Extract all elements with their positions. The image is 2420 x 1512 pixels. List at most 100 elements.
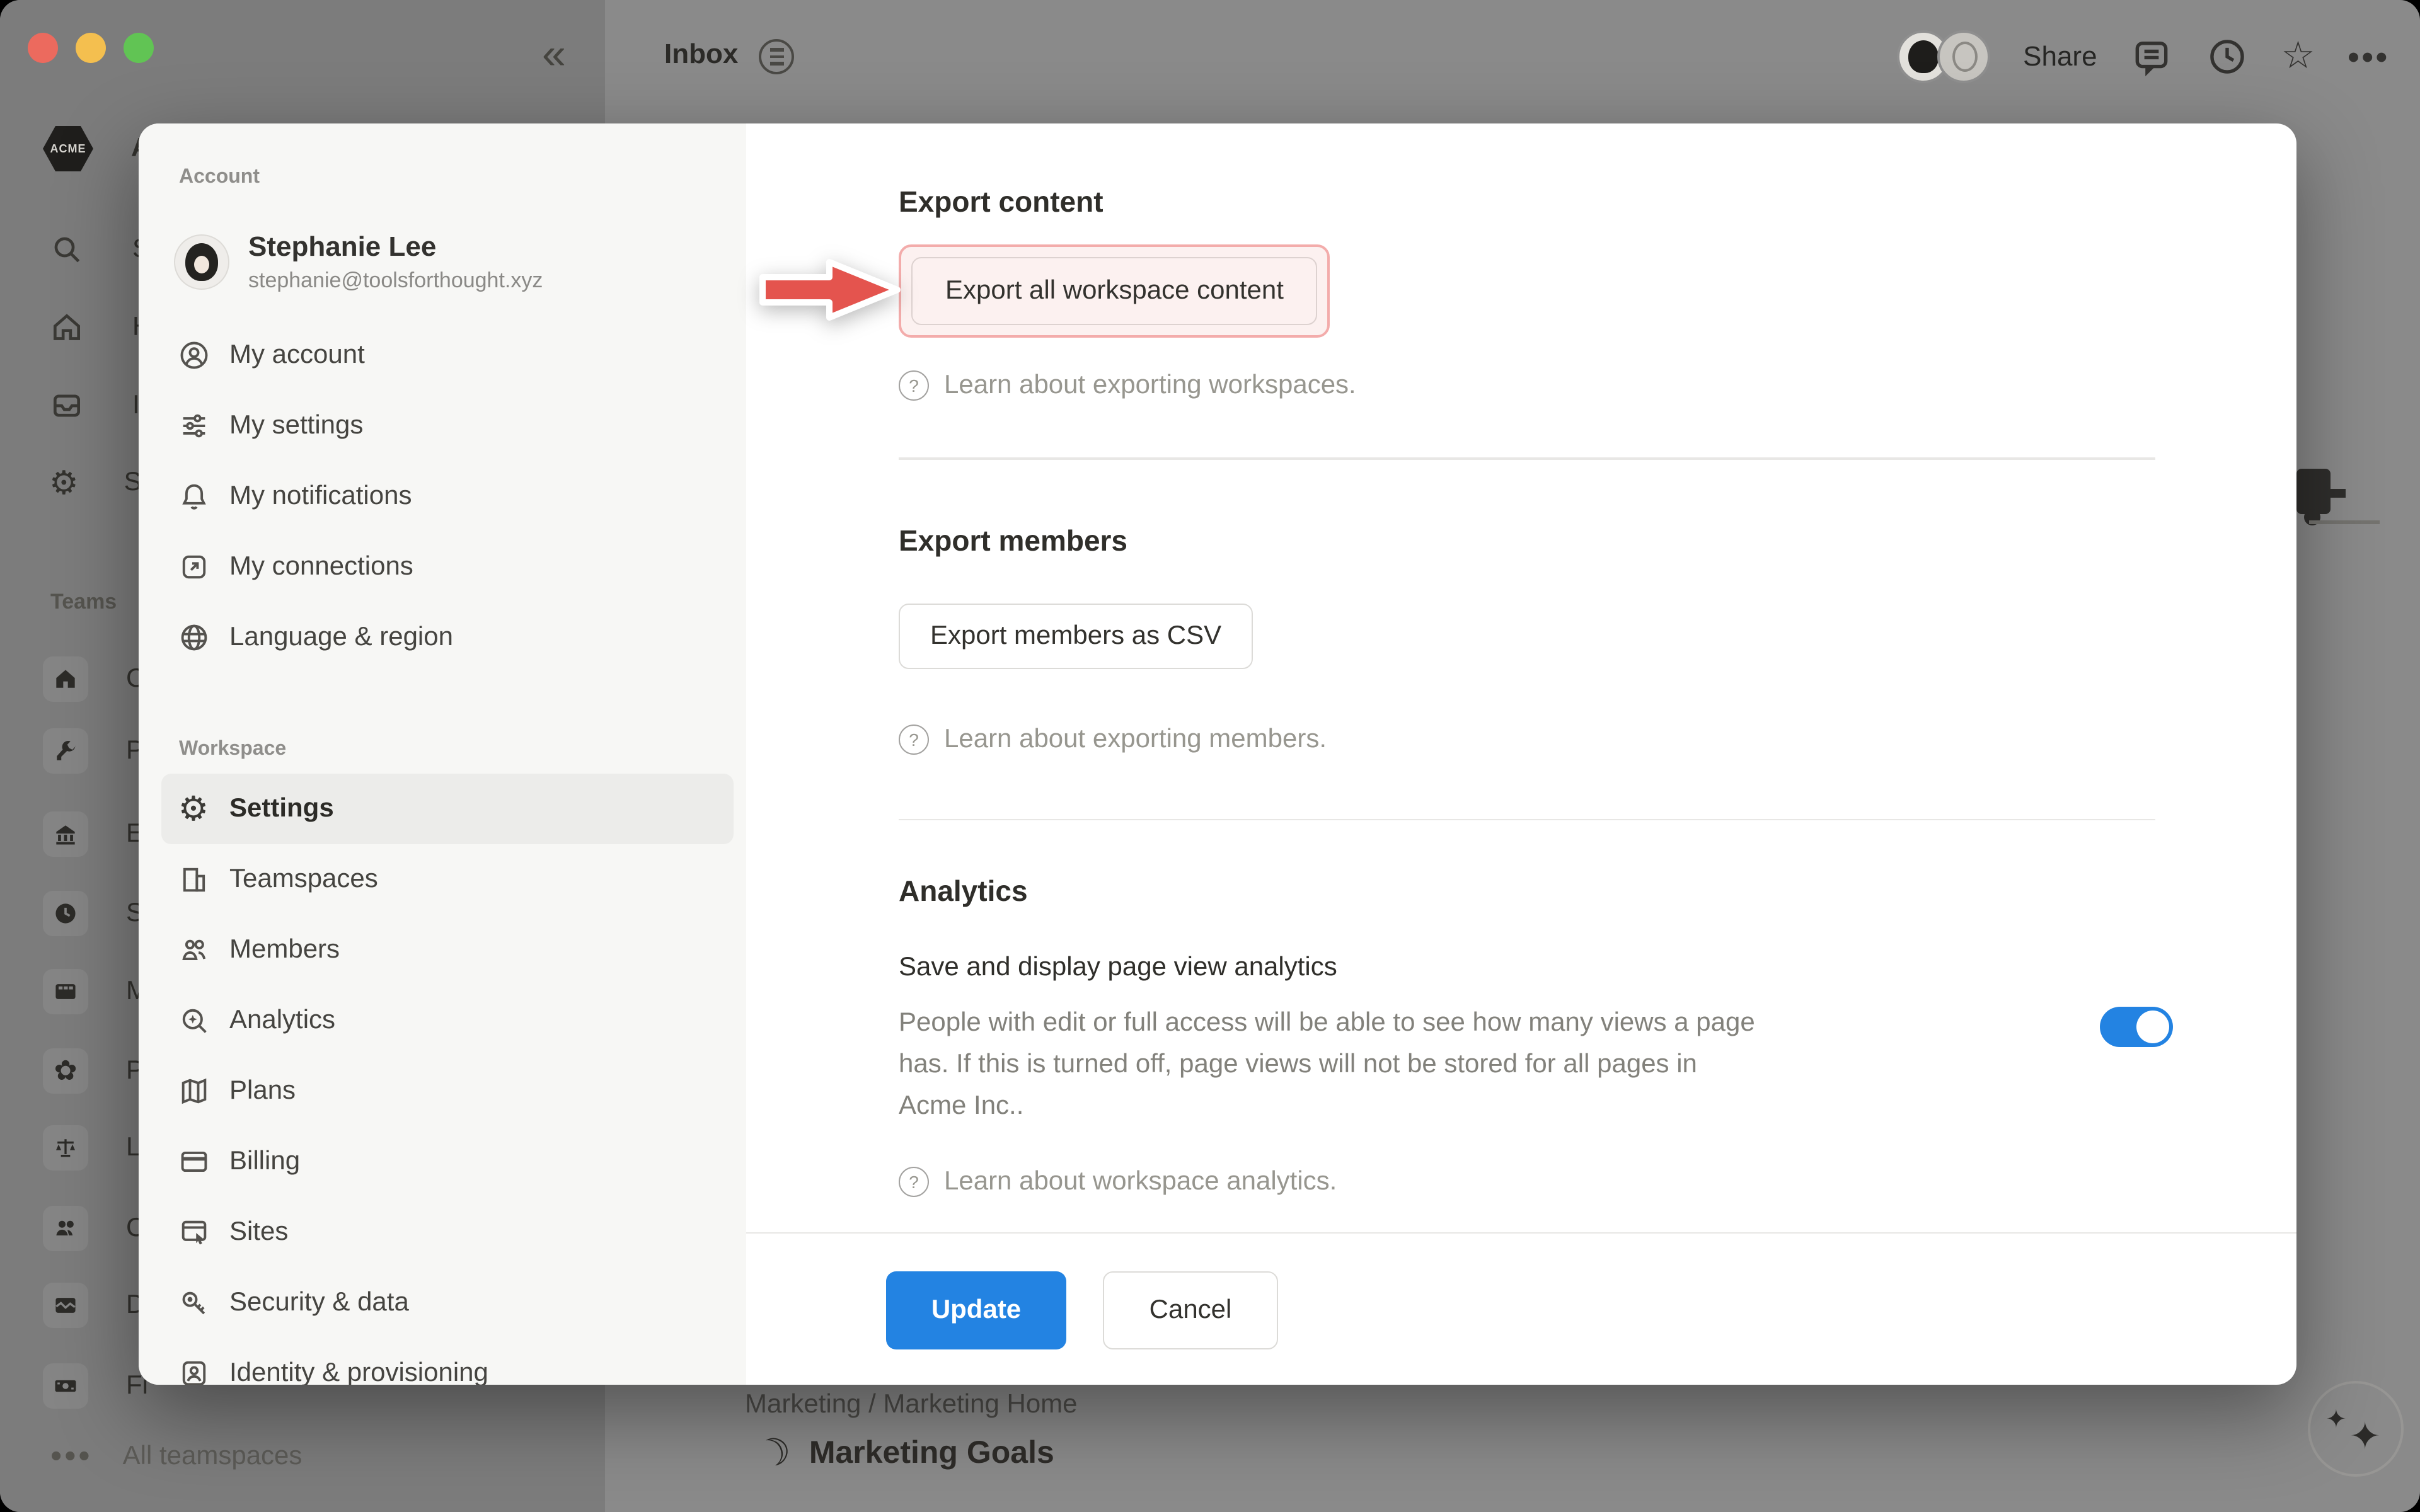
sidebar-item-security-data[interactable]: Security & data bbox=[161, 1268, 734, 1338]
user-avatar bbox=[174, 234, 229, 290]
page-title: Marketing Goals bbox=[809, 1435, 1054, 1472]
inbox-filter-icon[interactable] bbox=[759, 39, 794, 74]
ai-sparkle-button[interactable]: ✦✦ bbox=[2308, 1381, 2404, 1477]
breadcrumb[interactable]: Marketing / Marketing Home bbox=[745, 1390, 1078, 1420]
zoom-window-button[interactable] bbox=[124, 33, 154, 63]
settings-content: Export content Export all workspace cont… bbox=[746, 123, 2296, 1385]
sidebar-item-home[interactable]: H bbox=[49, 302, 151, 353]
all-teamspaces-label: All teamspaces bbox=[123, 1441, 302, 1471]
bell-icon bbox=[176, 480, 210, 513]
page-tab-title: Inbox bbox=[664, 38, 738, 71]
topbar-actions: Share ☆ ••• bbox=[1897, 30, 2390, 83]
section-divider bbox=[899, 457, 2155, 459]
annotation-highlight-box: Export all workspace content bbox=[899, 244, 1330, 338]
question-circle-icon: ? bbox=[899, 1167, 929, 1197]
modal-footer: Update Cancel bbox=[746, 1232, 2296, 1349]
sparkle-icon: ✦ bbox=[2325, 1403, 2347, 1435]
workspace-section-label: Workspace bbox=[179, 738, 734, 764]
account-menu: My account My settings My notifications … bbox=[161, 320, 734, 673]
browser-cursor-icon bbox=[176, 1216, 210, 1249]
magnifier-sparkle-icon bbox=[176, 1004, 210, 1037]
acme-logo: ACME bbox=[43, 126, 93, 171]
sidebar-teamspace[interactable]: ✿ P bbox=[43, 1046, 144, 1096]
sidebar-item-members[interactable]: Members bbox=[161, 915, 734, 985]
account-section-label: Account bbox=[179, 166, 734, 192]
sidebar-item-teamspaces[interactable]: Teamspaces bbox=[161, 844, 734, 915]
sidebar-item-my-notifications[interactable]: My notifications bbox=[161, 461, 734, 532]
globe-icon bbox=[176, 621, 210, 654]
annotation-arrow-icon bbox=[759, 247, 905, 333]
sidebar-item-my-account[interactable]: My account bbox=[161, 320, 734, 391]
settings-sidebar: Account Stephanie Lee stephanie@toolsfor… bbox=[139, 123, 746, 1385]
screen: « Inbox Share ☆ ••• ACME A S bbox=[0, 0, 2420, 1512]
history-icon[interactable] bbox=[2206, 35, 2249, 78]
sidebar-teamspace[interactable]: C bbox=[43, 1203, 145, 1254]
sparkle-icon: ✦ bbox=[2349, 1414, 2381, 1458]
page-view-analytics-toggle[interactable] bbox=[2100, 1007, 2173, 1047]
page-emoji-icon: ☽ bbox=[751, 1427, 798, 1480]
export-members-heading: Export members bbox=[899, 522, 2296, 558]
sidebar-teamspace[interactable]: D bbox=[43, 1280, 145, 1331]
settings-modal: Account Stephanie Lee stephanie@toolsfor… bbox=[139, 123, 2296, 1385]
flower-icon: ✿ bbox=[54, 1057, 78, 1085]
analytics-heading: Analytics bbox=[899, 873, 2296, 908]
gear-icon: ⚙ bbox=[176, 792, 210, 826]
cancel-button[interactable]: Cancel bbox=[1103, 1271, 1278, 1349]
avatar bbox=[1937, 30, 1990, 83]
toggle-knob bbox=[2136, 1011, 2169, 1043]
update-button[interactable]: Update bbox=[886, 1271, 1066, 1349]
sidebar-item-inbox[interactable]: I bbox=[49, 381, 140, 431]
sidebar-item-settings[interactable]: ⚙ S bbox=[49, 457, 142, 508]
account-user-row[interactable]: Stephanie Lee stephanie@toolsforthought.… bbox=[174, 224, 734, 300]
presence-avatars[interactable] bbox=[1897, 30, 1990, 83]
export-content-heading: Export content bbox=[899, 184, 2296, 219]
section-divider bbox=[899, 818, 2155, 820]
sidebar-item-search[interactable]: S bbox=[49, 224, 150, 275]
teamspaces-section-label: Teams bbox=[50, 590, 117, 615]
traffic-lights bbox=[28, 33, 154, 63]
sidebar-item-my-connections[interactable]: My connections bbox=[161, 532, 734, 602]
export-all-workspace-content-button[interactable]: Export all workspace content bbox=[911, 257, 1318, 325]
sidebar-teamspace[interactable]: E bbox=[43, 809, 144, 859]
sidebar-item-identity-provisioning[interactable]: Identity & provisioning bbox=[161, 1338, 734, 1385]
sidebar-teamspace[interactable]: S bbox=[43, 888, 144, 939]
close-window-button[interactable] bbox=[28, 33, 58, 63]
favorite-star-icon[interactable]: ☆ bbox=[2281, 38, 2315, 76]
more-options-icon[interactable]: ••• bbox=[2348, 37, 2390, 76]
sidebar-teamspace[interactable]: L bbox=[43, 1123, 141, 1173]
comments-icon[interactable] bbox=[2130, 35, 2173, 78]
sidebar-collapse-icon[interactable]: « bbox=[542, 30, 566, 79]
learn-exporting-members-link[interactable]: ? Learn about exporting members. bbox=[899, 724, 2296, 754]
map-icon bbox=[176, 1075, 210, 1108]
all-teamspaces-button[interactable]: ••• All teamspaces bbox=[50, 1436, 302, 1475]
key-icon bbox=[176, 1286, 210, 1319]
sidebar-item-plans[interactable]: Plans bbox=[161, 1056, 734, 1126]
export-members-csv-button[interactable]: Export members as CSV bbox=[899, 603, 1253, 668]
sidebar-teamspace[interactable]: P bbox=[43, 726, 144, 776]
sidebar-teamspace[interactable]: C bbox=[43, 654, 145, 704]
minimize-window-button[interactable] bbox=[76, 33, 106, 63]
sidebar-item-sites[interactable]: Sites bbox=[161, 1197, 734, 1268]
learn-exporting-workspaces-link[interactable]: ? Learn about exporting workspaces. bbox=[899, 370, 2296, 401]
sidebar-teamspace[interactable]: Fi bbox=[43, 1361, 148, 1411]
page-title-row: ☽ Marketing Goals bbox=[758, 1431, 1054, 1475]
learn-workspace-analytics-link[interactable]: ? Learn about workspace analytics. bbox=[899, 1167, 2296, 1197]
sidebar-item-billing[interactable]: Billing bbox=[161, 1126, 734, 1197]
sidebar-item-my-settings[interactable]: My settings bbox=[161, 391, 734, 461]
workspace-menu: ⚙ Settings Teamspaces Members Analytics bbox=[161, 774, 734, 1385]
gear-icon: ⚙ bbox=[49, 466, 79, 499]
person-circle-icon bbox=[176, 339, 210, 372]
user-email: stephanie@toolsforthought.xyz bbox=[248, 268, 543, 294]
sidebar-item-analytics[interactable]: Analytics bbox=[161, 985, 734, 1056]
ellipsis-icon: ••• bbox=[50, 1436, 93, 1475]
sidebar-item-settings[interactable]: ⚙ Settings bbox=[161, 774, 734, 844]
id-badge-icon bbox=[176, 1357, 210, 1385]
sidebar-teamspace[interactable]: M bbox=[43, 966, 148, 1017]
page-view-analytics-title: Save and display page view analytics bbox=[899, 951, 2296, 984]
question-circle-icon: ? bbox=[899, 370, 929, 401]
app-window: « Inbox Share ☆ ••• ACME A S bbox=[0, 0, 2420, 1512]
sidebar-workspace-switcher[interactable]: ACME A bbox=[43, 123, 150, 174]
sidebar-item-language-region[interactable]: Language & region bbox=[161, 602, 734, 673]
share-button[interactable]: Share bbox=[2023, 40, 2097, 73]
question-circle-icon: ? bbox=[899, 724, 929, 754]
